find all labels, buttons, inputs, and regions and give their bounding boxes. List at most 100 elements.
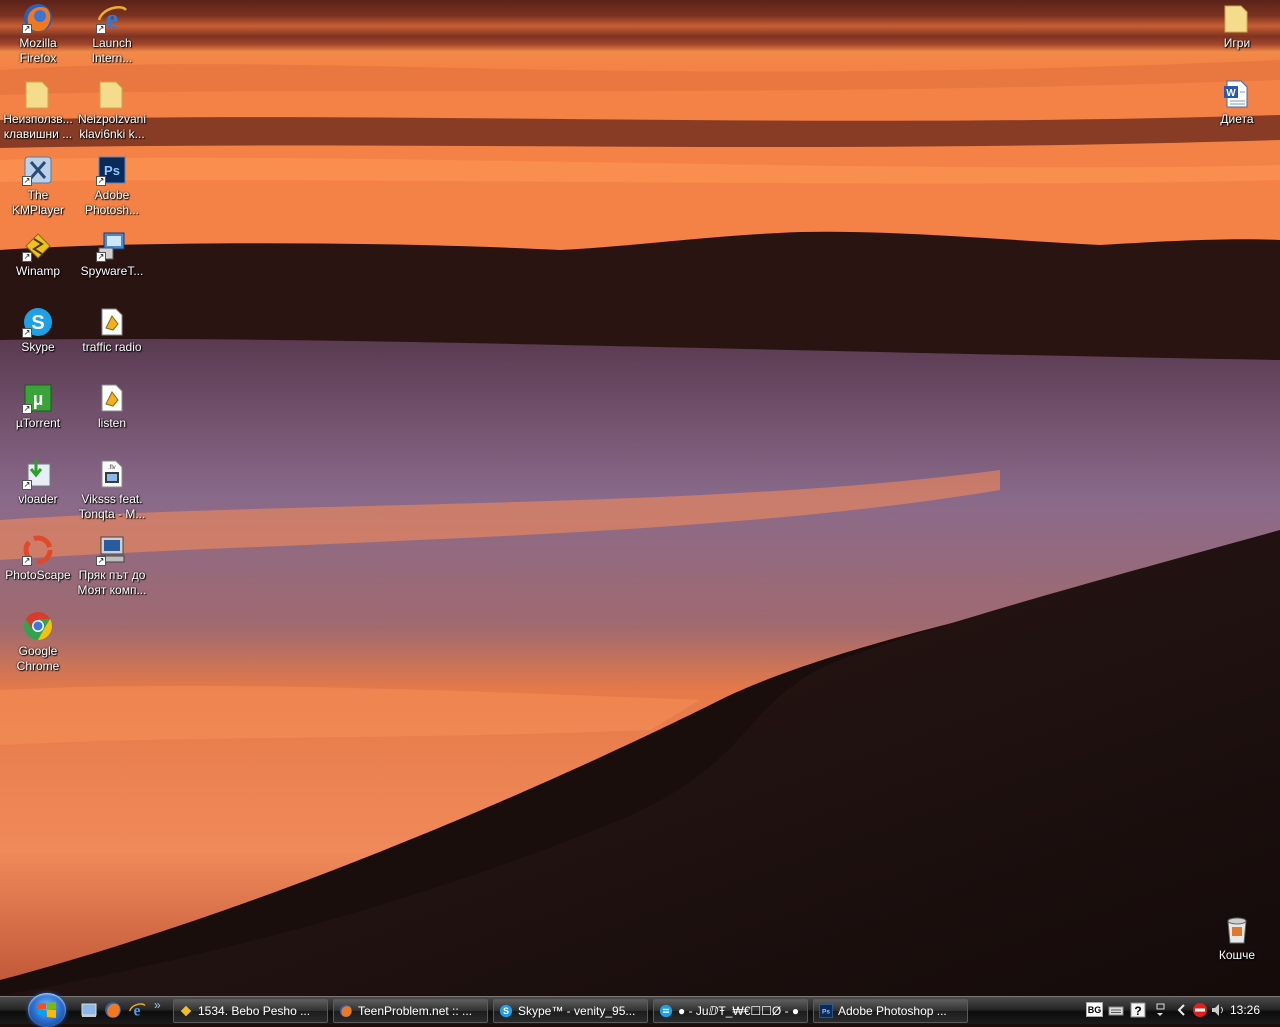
desktop-icon-vloader[interactable]: ↗ vloader xyxy=(0,458,76,507)
firefox-icon xyxy=(105,1002,121,1018)
desktop-icon-label: listen xyxy=(97,416,126,430)
svg-text:Ps: Ps xyxy=(104,163,120,178)
quick-launch-firefox[interactable] xyxy=(104,1001,122,1019)
quick-launch-more-button[interactable]: » xyxy=(154,998,161,1012)
desktop-icon-listen[interactable]: listen xyxy=(74,382,150,431)
folder-icon xyxy=(99,81,123,109)
tray-volume[interactable] xyxy=(1210,1002,1226,1018)
taskbar-button-winamp[interactable]: 1534. Bebo Pesho ... xyxy=(173,999,328,1023)
desktop-icon-traffic-radio[interactable]: traffic radio xyxy=(74,306,150,355)
desktop-icon-photoshop[interactable]: Ps ↗ Adobe Photosh... xyxy=(74,154,150,218)
desktop-icon-kmplayer[interactable]: ↗ The KMPlayer xyxy=(0,154,76,218)
photoshop-icon: Ps xyxy=(819,1004,833,1018)
svg-text:.flv: .flv xyxy=(108,465,116,471)
shortcut-arrow-icon: ↗ xyxy=(22,480,32,490)
desktop-wallpaper xyxy=(0,0,1280,996)
taskbar-button-photoshop[interactable]: Ps Adobe Photoshop ... xyxy=(813,999,968,1023)
desktop-icon-label: Пряк път до Моят комп... xyxy=(77,568,147,597)
internet-explorer-icon: e xyxy=(129,1003,146,1020)
desktop-icon-label: Google Chrome xyxy=(16,644,60,673)
desktop-icon-label: Кошче xyxy=(1218,948,1256,962)
desktop-icon-label: Adobe Photosh... xyxy=(84,188,140,217)
desktop-icon-firefox[interactable]: ↗ Mozilla Firefox xyxy=(0,2,76,66)
start-button[interactable] xyxy=(28,993,66,1027)
svg-text:µ: µ xyxy=(33,389,43,409)
system-tray: BG ? 13:26 xyxy=(1080,997,1280,1024)
shortcut-arrow-icon: ↗ xyxy=(22,556,32,566)
taskbar-button-skype[interactable]: S Skype™ - venity_95... xyxy=(493,999,648,1023)
tray-show-hidden-icons[interactable] xyxy=(1174,1002,1190,1018)
desktop-icon-unused-shortcuts-latin[interactable]: Neizpolzvani klavi6nki k... xyxy=(74,78,150,142)
restore-arrow-icon xyxy=(1156,1003,1165,1016)
windows-logo-icon xyxy=(38,1002,56,1018)
recycle-bin-icon xyxy=(1227,917,1247,944)
volume-icon xyxy=(1212,1004,1223,1016)
quick-launch-internet-explorer[interactable]: e xyxy=(128,1001,146,1020)
desktop-icon-label: Диета xyxy=(1220,112,1254,126)
taskbar-button-firefox[interactable]: TeenProblem.net :: ... xyxy=(333,999,488,1023)
shortcut-arrow-icon: ↗ xyxy=(22,328,32,338)
skype-chat-icon xyxy=(659,1004,673,1018)
playlist-file-icon xyxy=(101,308,123,336)
desktop-icon-label: µTorrent xyxy=(15,416,61,430)
desktop-icon-label: Неизползв... клавишни ... xyxy=(3,112,73,141)
desktop-icon-label: Игри xyxy=(1223,36,1251,50)
folder-icon xyxy=(1224,5,1248,33)
tray-keyboard[interactable] xyxy=(1108,1002,1124,1018)
desktop-icon-skype[interactable]: S ↗ Skype xyxy=(0,306,76,355)
desktop-icon-internet-explorer[interactable]: e ↗ Launch Intern... xyxy=(74,2,150,66)
desktop-icon-label: traffic radio xyxy=(82,340,142,354)
desktop-icon-diet-document[interactable]: W Диета xyxy=(1199,78,1275,127)
desktop-icon-photoscape[interactable]: ↗ PhotoScape xyxy=(0,534,76,583)
desktop-icon-label: Mozilla Firefox xyxy=(19,36,57,65)
desktop-icon-flv-video[interactable]: .flv Viksss feat. Tonqta - M... xyxy=(74,458,150,522)
desktop-icon-winamp[interactable]: ↗ Winamp xyxy=(0,230,76,279)
desktop-icon-utorrent[interactable]: µ ↗ µTorrent xyxy=(0,382,76,431)
keyboard-icon xyxy=(1108,1006,1124,1016)
desktop-icon-recycle-bin[interactable]: Кошче xyxy=(1199,914,1275,963)
language-indicator[interactable]: BG xyxy=(1086,1002,1103,1017)
desktop-icon-label: Launch Intern... xyxy=(91,36,133,65)
shortcut-arrow-icon: ↗ xyxy=(96,176,106,186)
svg-text:S: S xyxy=(503,1006,509,1016)
flv-video-file-icon: .flv xyxy=(101,460,123,488)
desktop-icon-label: Viksss feat. Tonqta - M... xyxy=(78,492,146,521)
shortcut-arrow-icon: ↗ xyxy=(96,252,106,262)
desktop-icon-my-computer-shortcut[interactable]: ↗ Пряк път до Моят комп... xyxy=(74,534,150,598)
desktop-icon-unused-shortcuts-bg[interactable]: Неизползв... клавишни ... xyxy=(0,78,76,142)
shortcut-arrow-icon: ↗ xyxy=(22,404,32,414)
playlist-file-icon xyxy=(101,384,123,412)
desktop-icon-label: PhotoScape xyxy=(5,568,71,582)
desktop-icon-label: Skype xyxy=(21,340,55,354)
winamp-icon xyxy=(180,1005,192,1017)
desktop-icon-spywareterminator[interactable]: ↗ SpywareT... xyxy=(74,230,150,279)
taskbar: e » 1534. Bebo Pesho ... TeenProblem.net… xyxy=(0,993,1280,1027)
quick-launch-show-desktop[interactable] xyxy=(80,1001,98,1019)
desktop-icon-chrome[interactable]: Google Chrome xyxy=(0,610,76,674)
skype-icon: S xyxy=(499,1004,513,1018)
desktop-icon-label: Winamp xyxy=(15,264,60,278)
help-icon: ? xyxy=(1130,1002,1146,1018)
taskbar-button-label: 1534. Bebo Pesho ... xyxy=(198,1004,311,1018)
shortcut-arrow-icon: ↗ xyxy=(22,252,32,262)
chrome-icon xyxy=(24,612,52,640)
tray-help[interactable]: ? xyxy=(1130,1002,1146,1018)
word-document-icon: W xyxy=(1224,80,1248,108)
firefox-icon xyxy=(339,1004,353,1018)
tray-options[interactable] xyxy=(1152,1002,1168,1018)
taskbar-button-skype-chat[interactable]: ● - JuⅅŦ_₩€☐☐Ø - ● xyxy=(653,999,808,1023)
desktop-icon-label: The KMPlayer xyxy=(11,188,64,217)
desktop-icon-label: SpywareT... xyxy=(80,264,144,278)
desktop-icon-label: Neizpolzvani klavi6nki k... xyxy=(77,112,147,141)
no-entry-icon xyxy=(1193,1003,1207,1017)
taskbar-button-label: ● - JuⅅŦ_₩€☐☐Ø - ● xyxy=(678,1004,800,1018)
desktop-icon-games-folder[interactable]: Игри xyxy=(1199,2,1275,51)
taskbar-clock[interactable]: 13:26 xyxy=(1230,1003,1260,1017)
desktop-icon-label: vloader xyxy=(18,492,58,506)
chevron-left-icon xyxy=(1177,1004,1185,1016)
taskbar-button-label: TeenProblem.net :: ... xyxy=(358,1004,473,1018)
show-desktop-icon xyxy=(81,1003,97,1017)
tray-no-entry[interactable] xyxy=(1192,1002,1208,1018)
taskbar-button-label: Adobe Photoshop ... xyxy=(838,1004,947,1018)
svg-text:Ps: Ps xyxy=(822,1009,830,1016)
